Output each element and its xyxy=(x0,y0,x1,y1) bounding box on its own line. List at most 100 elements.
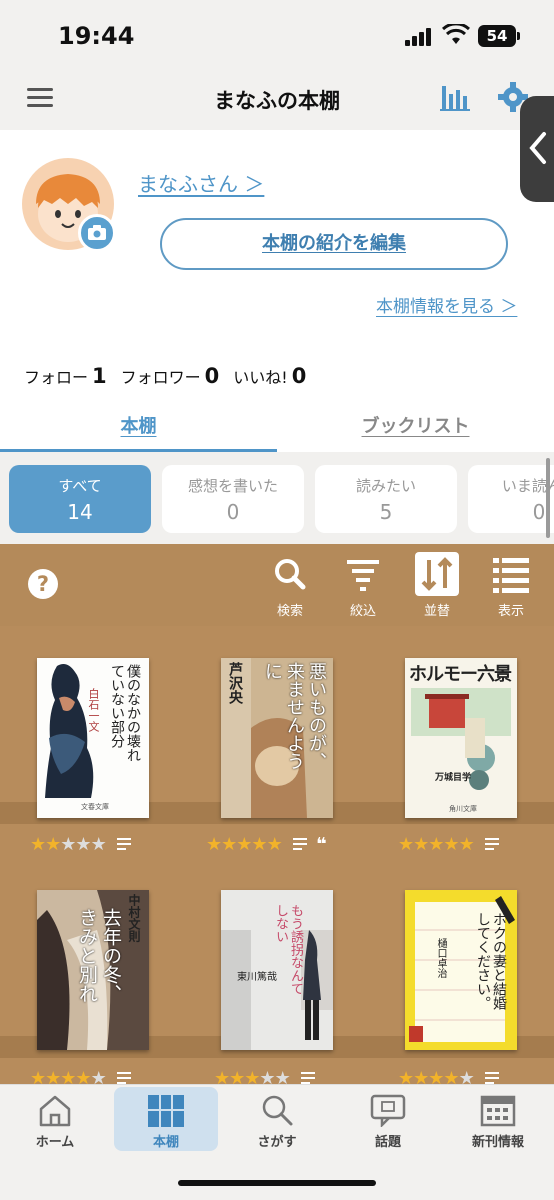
username-link[interactable]: まなふさん ＞ xyxy=(138,168,264,197)
follow-stats: フォロー 1 フォロワー 0 いいね! 0 xyxy=(24,364,320,388)
book-title: ホルモー六景 xyxy=(409,664,512,685)
chip-want-to-read[interactable]: 読みたい 5 xyxy=(315,465,457,533)
filter-chips: すべて 14 感想を書いた 0 読みたい 5 いま読んで 0 xyxy=(0,452,554,544)
book-author: 万城目学 xyxy=(435,773,472,783)
nav-bookshelf[interactable]: 本棚 xyxy=(114,1087,218,1151)
filter-tool-label: 絞込 xyxy=(349,604,376,619)
search-tool-label: 検索 xyxy=(276,604,303,619)
search-icon xyxy=(262,1095,293,1126)
chip-label: 感想を書いた xyxy=(187,477,278,495)
nav-label: 話題 xyxy=(374,1135,401,1150)
book-cover[interactable]: ボクの妻と結婚してください。 樋口卓治 xyxy=(405,890,517,1050)
book-rating: ★★★★★ xyxy=(398,834,500,856)
app-header: まなふの本棚 xyxy=(0,68,554,130)
follower-label[interactable]: フォロワー xyxy=(121,368,201,387)
book-author: 東川篤哉 xyxy=(237,972,277,983)
status-bar: 19:44 54 xyxy=(0,0,554,68)
book-author: 白石一文 xyxy=(87,688,100,732)
book-title: 悪いものが、来ませんように xyxy=(262,662,327,770)
display-tool-label: 表示 xyxy=(497,604,524,619)
bookshelf-icon xyxy=(148,1095,184,1127)
display-tool-button[interactable]: 表示 xyxy=(484,552,538,619)
nav-search[interactable]: さがす xyxy=(222,1085,332,1157)
memo-icon xyxy=(485,838,500,850)
chip-count: 14 xyxy=(67,500,93,524)
chip-reading[interactable]: いま読んで 0 xyxy=(468,465,554,533)
chip-label: すべて xyxy=(58,477,102,495)
sort-tool-button[interactable]: 並替 xyxy=(410,552,464,619)
page-title: まなふの本棚 xyxy=(214,89,340,113)
list-view-icon xyxy=(493,558,529,593)
magnifier-icon xyxy=(275,559,306,590)
memo-icon xyxy=(485,1072,500,1084)
book-cover[interactable]: ホルモー六景 万城目学 角川文庫 xyxy=(405,658,517,818)
shelf-toolbar: ? 検索 絞込 並替 表示 xyxy=(0,544,554,626)
chip-label: いま読んで xyxy=(501,477,554,495)
nav-label: さがす xyxy=(257,1135,297,1150)
nav-new-releases[interactable]: 新刊情報 xyxy=(443,1085,553,1157)
follow-count[interactable]: 1 xyxy=(92,364,107,388)
calendar-icon xyxy=(480,1095,516,1127)
nav-label: ホーム xyxy=(35,1135,75,1150)
filter-icon xyxy=(347,560,379,591)
book-title: 去年の冬、きみと別れ xyxy=(76,908,122,1003)
topic-icon xyxy=(370,1094,406,1127)
filter-tool-button[interactable]: 絞込 xyxy=(336,552,390,619)
follow-label[interactable]: フォロー xyxy=(24,368,88,387)
book-publisher: 角川文庫 xyxy=(449,805,477,813)
memo-icon xyxy=(293,838,308,850)
book-cover[interactable]: もう誘拐なんてしない 東川篤哉 xyxy=(221,890,333,1050)
bookshelf: ? 検索 絞込 並替 表示 僕のなかの壊れていない部分 白石一文 文春文庫 芦沢… xyxy=(0,544,554,1084)
nav-home[interactable]: ホーム xyxy=(0,1085,110,1157)
chip-label: 読みたい xyxy=(355,477,416,495)
search-tool-button[interactable]: 検索 xyxy=(263,552,317,619)
home-icon xyxy=(39,1095,71,1127)
like-count[interactable]: 0 xyxy=(292,364,307,388)
book-publisher: 文春文庫 xyxy=(81,803,109,811)
edit-intro-button[interactable]: 本棚の紹介を編集 xyxy=(160,218,508,270)
book-author: 芦沢央 xyxy=(227,662,243,704)
chip-all[interactable]: すべて 14 xyxy=(9,465,151,533)
book-cover[interactable]: 芦沢央 悪いものが、来ませんように xyxy=(221,658,333,818)
shelf-info-link[interactable]: 本棚情報を見る ＞ xyxy=(376,292,517,317)
memo-icon xyxy=(117,1072,132,1084)
like-label[interactable]: いいね! xyxy=(233,368,287,387)
chip-count: 5 xyxy=(379,500,393,524)
book-rating: ★★★★★ xyxy=(214,1068,316,1084)
chevron-left-icon xyxy=(529,132,546,164)
nav-label: 本棚 xyxy=(152,1135,179,1150)
book-title: 僕のなかの壊れていない部分 xyxy=(109,664,141,762)
chip-reviewed[interactable]: 感想を書いた 0 xyxy=(162,465,304,533)
home-indicator[interactable] xyxy=(178,1180,376,1186)
nav-topics[interactable]: 話題 xyxy=(333,1085,443,1157)
book-rating: ★★★★★ xyxy=(30,834,132,856)
tab-bookshelf[interactable]: 本棚 xyxy=(0,402,277,452)
battery-icon: 54 xyxy=(478,25,520,47)
book-author: 樋口卓治 xyxy=(435,938,446,978)
wifi-icon xyxy=(442,24,470,44)
book-cover[interactable]: 僕のなかの壊れていない部分 白石一文 文春文庫 xyxy=(37,658,149,818)
sort-tool-label: 並替 xyxy=(423,604,450,619)
signal-icon xyxy=(405,28,435,46)
chip-count: 0 xyxy=(226,500,240,524)
book-cover[interactable]: 中村文則 去年の冬、きみと別れ xyxy=(37,890,149,1050)
book-rating: ★★★★★ xyxy=(398,1068,500,1084)
main-tabs: 本棚 ブックリスト xyxy=(0,402,554,452)
nav-label: 新刊情報 xyxy=(471,1135,524,1150)
book-rating: ★★★★★ ❝ xyxy=(206,834,327,855)
camera-icon[interactable] xyxy=(78,214,116,252)
review-quote-icon: ❝ xyxy=(316,834,327,855)
book-rating: ★★★★★ xyxy=(30,1068,132,1084)
tab-booklist[interactable]: ブックリスト xyxy=(277,402,554,452)
status-time: 19:44 xyxy=(58,22,135,50)
follower-count[interactable]: 0 xyxy=(205,364,220,388)
book-author: 中村文則 xyxy=(127,894,141,942)
bar-chart-icon[interactable] xyxy=(440,82,470,112)
memo-icon xyxy=(117,838,132,850)
chip-count: 0 xyxy=(532,500,546,524)
sort-icon xyxy=(415,552,459,596)
scrollbar[interactable] xyxy=(546,458,550,538)
help-icon[interactable]: ? xyxy=(28,569,58,599)
memo-icon xyxy=(301,1072,316,1084)
side-panel-handle[interactable] xyxy=(520,96,554,202)
